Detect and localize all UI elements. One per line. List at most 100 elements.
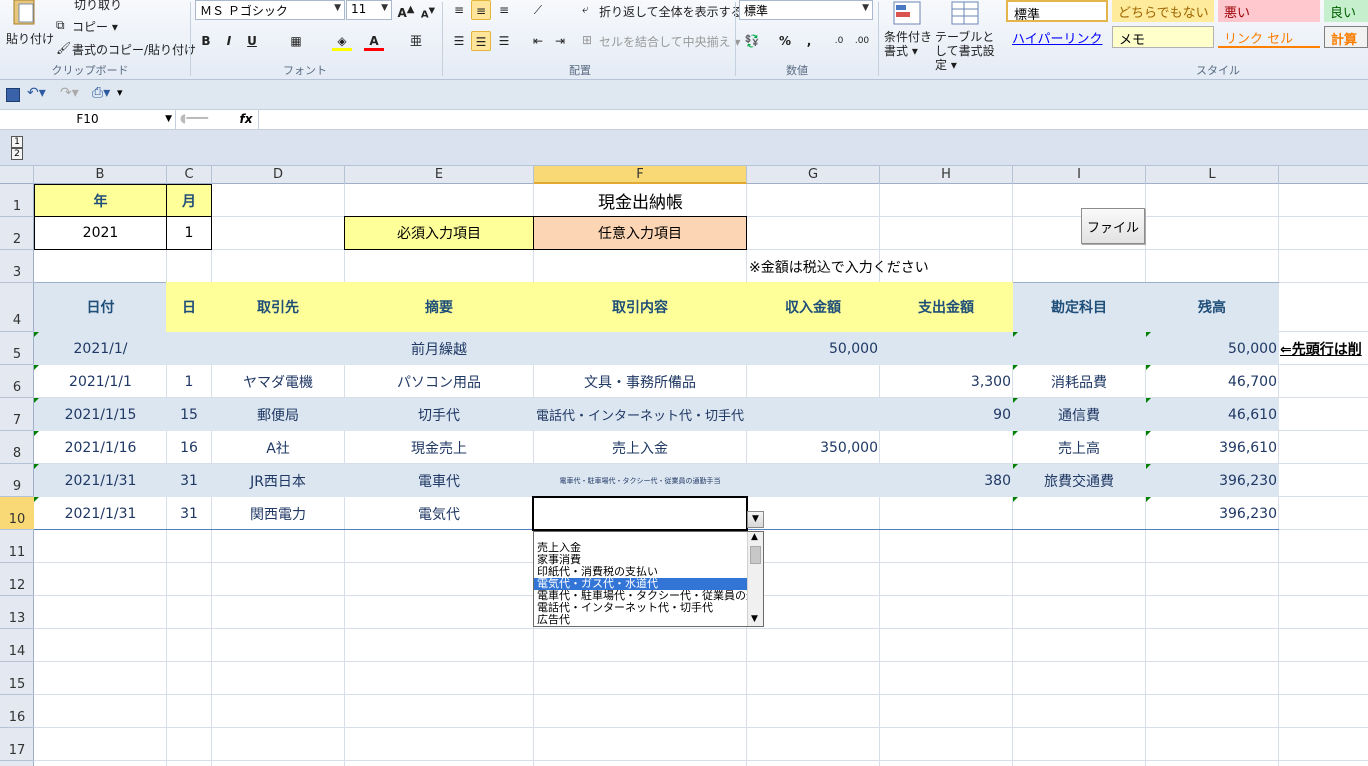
align-bottom-icon[interactable]: ≡ — [494, 0, 514, 20]
paste-button[interactable]: 貼り付け — [6, 30, 54, 47]
decrease-decimal-icon[interactable]: .00 — [852, 31, 872, 51]
row-header-5[interactable]: 5 — [0, 332, 34, 365]
year-value[interactable]: 2021 — [34, 216, 167, 250]
format-painter-button[interactable]: 書式のコピー/貼り付け — [72, 41, 196, 58]
percent-button[interactable]: % — [775, 31, 795, 51]
table-cell[interactable]: 396,610 — [1145, 431, 1279, 464]
table-cell[interactable]: 消耗品費 — [1012, 365, 1146, 398]
column-header-b[interactable]: B — [34, 166, 167, 184]
row-header-16[interactable]: 16 — [0, 695, 34, 728]
table-cell[interactable]: 31 — [166, 497, 212, 530]
column-header-f[interactable]: F — [534, 166, 747, 184]
table-cell[interactable]: 通信費 — [1012, 398, 1146, 431]
conditional-format-icon[interactable] — [892, 0, 922, 28]
column-header-e[interactable]: E — [345, 166, 534, 184]
table-cell[interactable]: JR西日本 — [211, 464, 345, 497]
align-center-icon[interactable]: ☰ — [471, 31, 491, 51]
formula-input[interactable] — [258, 110, 1368, 130]
format-painter-icon[interactable]: 🖌 — [56, 41, 71, 55]
select-all-corner[interactable] — [0, 166, 34, 184]
style-memo[interactable]: メモ — [1112, 26, 1214, 48]
column-header-g[interactable]: G — [747, 166, 880, 184]
table-cell[interactable]: 15 — [166, 398, 212, 431]
table-cell[interactable]: 90 — [879, 398, 1013, 431]
table-cell[interactable]: 電車代・駐車場代・タクシー代・従業員の通勤手当 — [533, 464, 747, 497]
font-name-combo[interactable]: ＭＳ Ｐゴシック ▼ — [195, 0, 345, 20]
row-header-14[interactable]: 14 — [0, 629, 34, 662]
table-cell[interactable]: 2021/1/31 — [34, 497, 167, 530]
row-header-1[interactable]: 1 — [0, 184, 34, 217]
font-size-combo[interactable]: 11 ▼ — [346, 0, 392, 20]
number-format-combo[interactable]: 標準 ▼ — [739, 0, 873, 20]
table-cell[interactable]: 46,610 — [1145, 398, 1279, 431]
table-cell[interactable]: 電気代 — [344, 497, 534, 530]
active-cell-f10[interactable] — [532, 496, 748, 531]
align-middle-icon[interactable]: ≡ — [471, 0, 491, 20]
grow-font-icon[interactable]: A▲ — [396, 0, 416, 20]
style-bad[interactable]: 悪い — [1218, 0, 1320, 22]
row-header-11[interactable]: 11 — [0, 530, 34, 563]
scroll-up-icon[interactable]: ▲ — [751, 532, 758, 542]
table-cell[interactable]: 3,300 — [879, 365, 1013, 398]
table-cell[interactable]: 50,000 — [1145, 332, 1279, 365]
dropdown-scrollbar[interactable]: ▲ ▼ — [747, 532, 763, 626]
row-header-7[interactable]: 7 — [0, 398, 34, 431]
worksheet-grid[interactable]: 年 月 2021 1 現金出納帳 必須入力項目 任意入力項目 ※金額は税込で入力… — [34, 184, 1368, 766]
table-cell[interactable]: 売上高 — [1012, 431, 1146, 464]
table-cell[interactable]: 電車代 — [344, 464, 534, 497]
style-neutral[interactable]: どちらでもない — [1112, 0, 1214, 22]
underline-button[interactable]: U — [242, 31, 262, 51]
table-cell[interactable]: 2021/1/31 — [34, 464, 167, 497]
list-item[interactable]: 印紙代・消費税の支払い — [534, 566, 748, 578]
list-item[interactable]: 売上入金 — [534, 542, 748, 554]
format-as-table-button[interactable]: テーブルとして書式設定 ▾ — [935, 30, 1001, 72]
increase-indent-icon[interactable]: ⇥ — [550, 31, 570, 51]
column-header-l[interactable]: L — [1146, 166, 1279, 184]
outline-level-1-button[interactable]: 1 — [11, 136, 23, 148]
table-cell[interactable]: 396,230 — [1145, 497, 1279, 530]
table-cell[interactable]: 396,230 — [1145, 464, 1279, 497]
table-cell[interactable]: ヤマダ電機 — [211, 365, 345, 398]
table-cell[interactable]: 2021/1/15 — [34, 398, 167, 431]
table-cell[interactable]: A社 — [211, 431, 345, 464]
table-cell[interactable]: 郵便局 — [211, 398, 345, 431]
format-as-table-icon[interactable] — [950, 0, 980, 28]
list-item-highlighted[interactable]: 電気代・ガス代・水道代 — [534, 578, 748, 590]
row-header-2[interactable]: 2 — [0, 217, 34, 250]
dropdown-toggle-button[interactable]: ▼ — [747, 511, 764, 528]
copy-icon[interactable]: ⧉ — [56, 18, 65, 33]
row-header-3[interactable]: 3 — [0, 250, 34, 283]
wrap-text-button[interactable]: 折り返して全体を表示する — [599, 3, 743, 20]
font-color-icon[interactable]: A — [364, 31, 384, 51]
currency-icon[interactable]: 💱 — [742, 31, 762, 51]
outline-level-2-button[interactable]: 2 — [11, 148, 23, 160]
table-cell[interactable]: 50,000 — [746, 332, 880, 365]
table-cell[interactable]: 文具・事務所備品 — [533, 365, 747, 398]
row-header-9[interactable]: 9 — [0, 464, 34, 497]
table-cell[interactable]: パソコン用品 — [344, 365, 534, 398]
table-cell[interactable]: 現金売上 — [344, 431, 534, 464]
save-icon[interactable] — [6, 88, 20, 102]
file-button[interactable]: ファイル — [1081, 208, 1145, 244]
table-cell[interactable]: 46,700 — [1145, 365, 1279, 398]
customize-qat-icon[interactable]: ▾ — [117, 86, 123, 99]
list-item[interactable]: 家事消費 — [534, 554, 748, 566]
conditional-format-button[interactable]: 条件付き書式 ▾ — [884, 30, 932, 58]
list-item[interactable]: 広告代 — [534, 614, 748, 626]
print-preview-icon[interactable]: ⎙▾ — [92, 85, 110, 101]
phonetic-icon[interactable]: 亜 — [406, 31, 426, 51]
insert-function-button[interactable]: fx — [236, 110, 256, 130]
table-cell[interactable]: 31 — [166, 464, 212, 497]
row-header-13[interactable]: 13 — [0, 596, 34, 629]
italic-button[interactable]: I — [219, 31, 239, 51]
row-header-8[interactable]: 8 — [0, 431, 34, 464]
paste-icon[interactable] — [8, 0, 40, 26]
undo-icon[interactable]: ↶▾ — [27, 85, 46, 101]
border-icon[interactable]: ▦ — [286, 31, 306, 51]
wrap-text-icon[interactable]: ⤶ — [582, 2, 589, 17]
style-linked-cell[interactable]: リンク セル — [1218, 26, 1320, 48]
increase-decimal-icon[interactable]: .0 — [829, 31, 849, 51]
align-right-icon[interactable]: ☰ — [494, 31, 514, 51]
scroll-thumb[interactable] — [750, 546, 761, 564]
redo-icon[interactable]: ↷▾ — [60, 85, 79, 101]
